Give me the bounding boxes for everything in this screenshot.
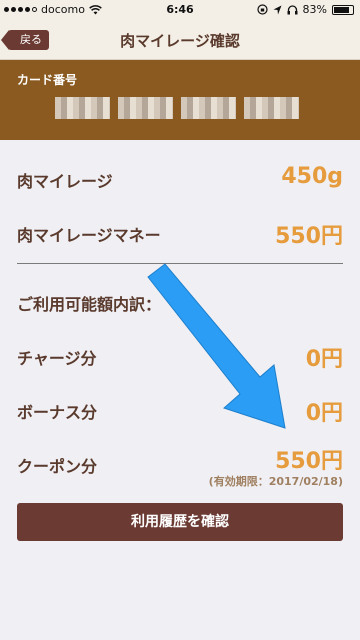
card-number-label: カード番号 xyxy=(17,73,78,87)
headphones-icon xyxy=(287,4,298,14)
mileage-label: 肉マイレージ xyxy=(17,172,113,191)
masked-digit-block xyxy=(244,97,299,119)
nav-bar: 戻る 肉マイレージ確認 xyxy=(0,20,360,60)
mileage-money-value: 550円 xyxy=(275,224,343,249)
breakdown-heading: ご利用可能額内訳： xyxy=(17,295,162,314)
mileage-row: 肉マイレージ 450g xyxy=(17,164,343,204)
rotation-lock-icon xyxy=(256,4,268,15)
masked-digit-block xyxy=(181,97,236,119)
page-title: 肉マイレージ確認 xyxy=(120,32,240,50)
mileage-money-row: 肉マイレージマネー 550円 xyxy=(17,218,343,258)
masked-digit-block xyxy=(118,97,173,119)
battery-icon xyxy=(332,4,354,15)
coupon-expiry-note: (有効期限：2017/02/18) xyxy=(208,475,343,488)
bonus-label: ボーナス分 xyxy=(17,403,98,422)
coupon-label: クーポン分 xyxy=(17,457,98,476)
location-icon xyxy=(273,5,282,14)
coupon-value: 550円 xyxy=(275,449,343,474)
mileage-value: 450g xyxy=(281,164,343,189)
charge-row: チャージ分 0円 xyxy=(17,341,343,381)
card-number-masked xyxy=(55,97,299,119)
card-number-panel: カード番号 xyxy=(0,60,360,140)
status-bar: docomo 6:46 83% xyxy=(0,0,360,20)
battery-fill xyxy=(334,6,349,13)
view-history-button[interactable]: 利用履歴を確認 xyxy=(17,503,343,541)
masked-digit-block xyxy=(55,97,110,119)
status-right: 83% xyxy=(256,3,354,16)
bonus-value: 0円 xyxy=(305,401,343,426)
bonus-row: ボーナス分 0円 xyxy=(17,395,343,435)
battery-percent: 83% xyxy=(302,3,327,16)
charge-label: チャージ分 xyxy=(17,349,97,368)
mileage-money-label: 肉マイレージマネー xyxy=(17,226,161,245)
charge-value: 0円 xyxy=(305,347,343,372)
section-divider xyxy=(17,263,343,264)
